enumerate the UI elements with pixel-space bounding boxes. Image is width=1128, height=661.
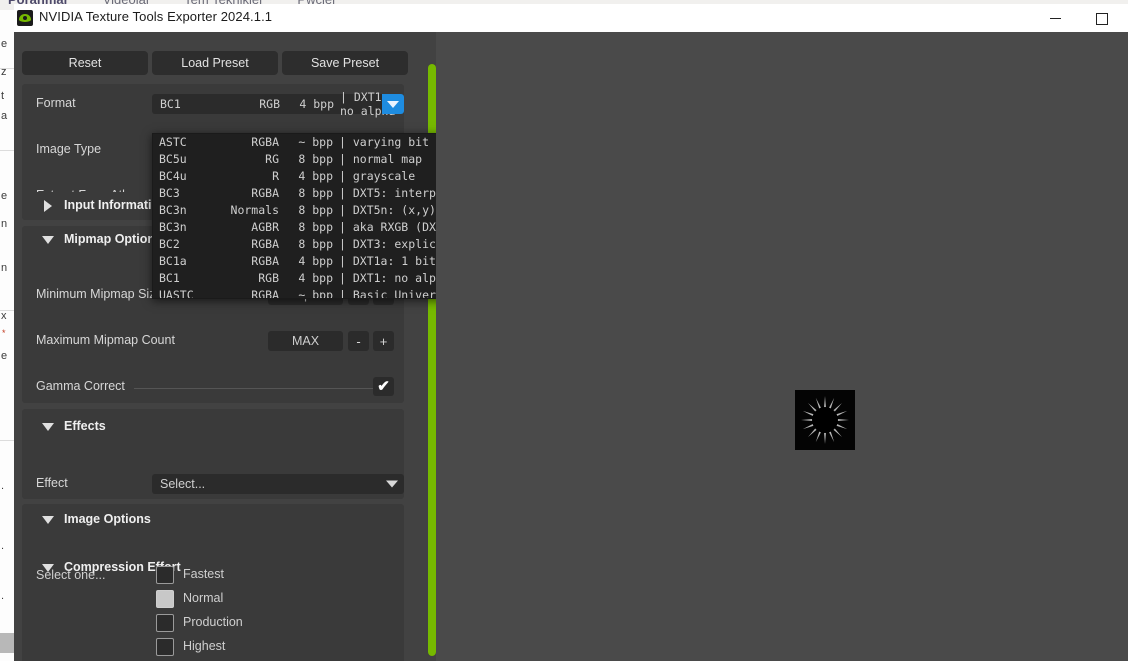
minimize-button[interactable] [1033, 4, 1079, 32]
max-mipmap-count-label: Maximum Mipmap Count [36, 333, 175, 347]
effect-label: Effect [36, 476, 68, 490]
format-dropdown-item[interactable]: BC3n AGBR 8 bpp | aka RXGB (DXT5) [153, 219, 455, 236]
effects-title: Effects [64, 419, 106, 433]
dropdown-item-code: UASTC [159, 288, 194, 299]
max-mipmap-count-input[interactable]: MAX [268, 331, 343, 351]
image-options-title: Image Options [64, 512, 151, 526]
dropdown-item-code: BC3n [159, 203, 187, 217]
settings-column: Reset Load Preset Save Preset Format BC1… [18, 32, 418, 661]
dropdown-item-bpp: 4 bpp [298, 271, 333, 285]
dropdown-item-channels: RGBA [251, 237, 279, 251]
dropdown-item-code: BC3 [159, 186, 180, 200]
compression-effort-option-fastest[interactable] [156, 566, 174, 584]
format-dropdown-item[interactable]: ASTC RGBA ~ bpp | varying bit rate [153, 134, 455, 151]
dropdown-item-code: BC1 [159, 271, 180, 285]
effect-value: Select... [160, 477, 206, 491]
format-value-bpp: 4 bpp [299, 97, 334, 111]
format-dropdown-item[interactable]: BC5u RG 8 bpp | normal map [153, 151, 455, 168]
format-dropdown-item[interactable]: UASTC RGBA ~ bpp | Basic Universal, [153, 287, 455, 299]
preset-button-row: Reset Load Preset Save Preset [22, 51, 408, 75]
chevron-down-icon[interactable] [42, 236, 54, 244]
compression-effort-label-highest: Highest [183, 639, 226, 653]
dropdown-item-code: ASTC [159, 135, 187, 149]
image-type-label: Image Type [36, 142, 102, 156]
dropdown-item-code: BC5u [159, 152, 187, 166]
background-scrollbar-thumb[interactable] [0, 633, 14, 653]
compression-effort-label-fastest: Fastest [183, 567, 224, 581]
format-dropdown-item[interactable]: BC1 RGB 4 bpp | DXT1: no alpha [153, 270, 455, 287]
compression-effort-option-highest[interactable] [156, 638, 174, 656]
format-dropdown-list[interactable]: ASTC RGBA ~ bpp | varying bit rate BC5u RG 8 b… [152, 133, 456, 299]
dropdown-item-channels: RGBA [251, 254, 279, 268]
gamma-correct-checkbox[interactable]: ✔ [373, 377, 394, 396]
chevron-down-icon[interactable] [382, 94, 404, 114]
compression-effort-hint: Select one... [36, 568, 106, 582]
gamma-correct-label: Gamma Correct [36, 379, 125, 393]
min-mipmap-size-label: Minimum Mipmap Size [36, 287, 163, 301]
max-mipmap-count-decrement[interactable]: - [348, 331, 369, 351]
compression-effort-label-normal: Normal [183, 591, 224, 605]
chevron-down-icon[interactable] [42, 516, 54, 524]
dropdown-item-channels: AGBR [251, 220, 279, 234]
dropdown-item-code: BC2 [159, 237, 180, 251]
format-dropdown-item[interactable]: BC3RGBA8 bpp| DXT5: interpolated alpha [153, 185, 455, 202]
dropdown-item-bpp: 8 bpp [298, 203, 333, 217]
dropdown-item-bpp: 8 bpp [298, 152, 333, 166]
format-dropdown-item[interactable]: BC2RGBA8 bpp| DXT3: explicit alpha [153, 236, 455, 253]
maximize-button[interactable] [1079, 4, 1125, 32]
dropdown-item-channels: Normals [230, 203, 279, 217]
format-label: Format [36, 96, 76, 110]
chevron-right-icon [44, 200, 52, 212]
dropdown-item-channels: RGBA [251, 135, 279, 149]
dropdown-item-code: BC4u [159, 169, 187, 183]
compression-effort-option-normal[interactable] [156, 590, 174, 608]
dropdown-item-bpp: 4 bpp [298, 169, 333, 183]
format-value-code: BC1 [160, 97, 181, 111]
dropdown-item-bpp: 8 bpp [298, 237, 333, 251]
effect-select[interactable]: Select... [152, 474, 404, 494]
format-dropdown-item[interactable]: BC1aRGBA4 bpp| DXT1a: 1 bit alpha [153, 253, 455, 270]
chevron-down-icon[interactable] [42, 423, 54, 431]
effects-card: Effects Effect Select... [22, 409, 404, 499]
format-dropdown-item[interactable]: BC4u R 4 bpp | grayscale [153, 168, 455, 185]
dropdown-item-bpp: ~ bpp [298, 288, 333, 299]
dropdown-item-channels: RGB [258, 271, 279, 285]
starburst-icon [795, 390, 855, 450]
preview-area: Full Image Pixel Size Display Compressed… [436, 32, 1128, 661]
max-mipmap-count-increment[interactable]: + [373, 331, 394, 351]
nvidia-texture-tools-window: NVIDIA Texture Tools Exporter 2024.1.1 R… [14, 4, 1128, 661]
dropdown-item-code: BC1a [159, 254, 187, 268]
titlebar: NVIDIA Texture Tools Exporter 2024.1.1 [14, 4, 1128, 32]
format-select[interactable]: BC1 RGB 4 bpp | DXT1: no alpha [152, 90, 404, 118]
load-preset-button[interactable]: Load Preset [152, 51, 278, 75]
dropdown-item-bpp: 4 bpp [298, 254, 333, 268]
chevron-down-icon [386, 480, 398, 488]
mipmap-options-title: Mipmap Options [64, 232, 162, 246]
starburst-texture-preview[interactable] [795, 390, 855, 450]
dropdown-item-channels: RG [265, 152, 279, 166]
check-icon: ✔ [377, 378, 390, 395]
dropdown-item-bpp: 8 bpp [298, 220, 333, 234]
reset-button[interactable]: Reset [22, 51, 148, 75]
compression-effort-option-production[interactable] [156, 614, 174, 632]
dropdown-item-channels: RGBA [251, 288, 279, 299]
dropdown-item-code: BC3n [159, 220, 187, 234]
dropdown-item-desc: | normal map [339, 152, 423, 166]
dropdown-item-channels: RGBA [251, 186, 279, 200]
dropdown-item-bpp: ~ bpp [298, 135, 333, 149]
dropdown-item-desc: | DXT1: no alpha [339, 271, 450, 285]
save-preset-button[interactable]: Save Preset [282, 51, 408, 75]
format-value-channels: RGB [259, 97, 280, 111]
app-root: PoranmarVideolarTem TekniklerPwcier e z … [0, 0, 1128, 661]
format-dropdown-item[interactable]: BC3nNormals8 bpp| DXT5n: (x,y)->(1,y,0,x… [153, 202, 455, 219]
dropdown-item-channels: R [272, 169, 279, 183]
nvidia-eye-icon [17, 10, 33, 26]
compression-effort-label-production: Production [183, 615, 243, 629]
dropdown-item-desc: | grayscale [339, 169, 416, 183]
image-options-card: Image Options Compression Effort Select … [22, 504, 404, 661]
dropdown-item-bpp: 8 bpp [298, 186, 333, 200]
window-body: Reset Load Preset Save Preset Format BC1… [14, 32, 1128, 661]
window-title: NVIDIA Texture Tools Exporter 2024.1.1 [39, 9, 273, 24]
